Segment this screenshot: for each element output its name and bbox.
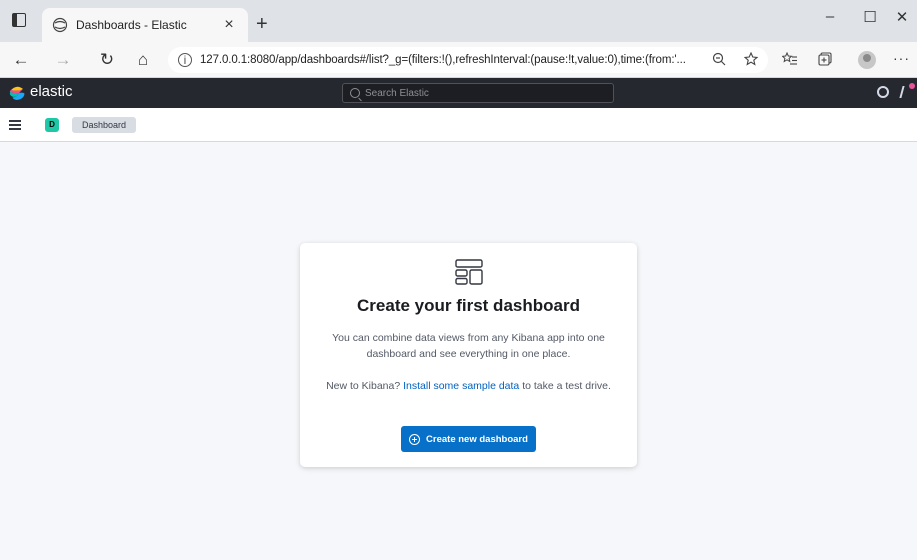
help-icon[interactable] bbox=[877, 86, 889, 98]
reload-button[interactable]: ↻ bbox=[96, 49, 118, 71]
zoom-icon[interactable] bbox=[712, 52, 726, 66]
main-content: Create your first dashboard You can comb… bbox=[0, 142, 917, 560]
browser-tab[interactable]: Dashboards - Elastic × bbox=[42, 8, 248, 42]
notification-dot bbox=[909, 83, 915, 89]
home-button[interactable]: ⌂ bbox=[132, 49, 154, 71]
kibana-header: elastic bbox=[0, 78, 917, 108]
minimize-button[interactable]: – bbox=[815, 8, 845, 25]
close-window-button[interactable]: ✕ bbox=[887, 8, 917, 26]
elastic-brand[interactable]: elastic bbox=[30, 83, 73, 100]
forward-button[interactable]: → bbox=[52, 49, 74, 71]
breadcrumb-dashboard: Dashboard bbox=[72, 117, 137, 133]
collections-icon[interactable] bbox=[818, 52, 832, 66]
install-sample-data-link[interactable]: Install some sample data bbox=[403, 380, 519, 392]
tab-title: Dashboards - Elastic bbox=[76, 18, 187, 32]
close-tab-icon[interactable]: × bbox=[220, 16, 238, 34]
sample-data-suffix: to take a test drive. bbox=[519, 380, 611, 392]
favorite-star-icon[interactable] bbox=[744, 52, 760, 66]
plus-in-circle-icon bbox=[409, 433, 421, 445]
search-input[interactable] bbox=[365, 87, 605, 99]
dashboard-app-icon bbox=[455, 259, 483, 285]
address-bar-row: ← → ↻ ⌂ i 127.0.0.1:8080/app/dashboards#… bbox=[0, 42, 917, 78]
more-menu-icon[interactable]: ··· bbox=[893, 50, 910, 66]
empty-prompt-title: Create your first dashboard bbox=[357, 296, 580, 315]
url-field[interactable]: i 127.0.0.1:8080/app/dashboards#/list?_g… bbox=[168, 47, 768, 73]
global-search[interactable] bbox=[342, 83, 614, 103]
create-button-label: Create new dashboard bbox=[426, 433, 528, 445]
maximize-button[interactable]: ☐ bbox=[855, 8, 885, 26]
back-button[interactable]: ← bbox=[10, 49, 32, 71]
url-text: 127.0.0.1:8080/app/dashboards#/list?_g=(… bbox=[200, 54, 686, 66]
menu-toggle-icon[interactable] bbox=[9, 120, 21, 130]
breadcrumb-bar: D Dashboard bbox=[0, 108, 917, 142]
favorites-icon[interactable] bbox=[782, 52, 798, 66]
sample-data-prefix: New to Kibana? bbox=[326, 380, 404, 392]
create-new-dashboard-button[interactable]: Create new dashboard bbox=[401, 426, 536, 452]
empty-prompt-card: Create your first dashboard You can comb… bbox=[300, 243, 637, 467]
site-info-icon[interactable]: i bbox=[178, 53, 192, 67]
empty-prompt-description: You can combine data views from any Kiba… bbox=[332, 332, 605, 360]
profile-avatar[interactable] bbox=[858, 51, 876, 69]
sample-data-hint: New to Kibana? Install some sample data … bbox=[318, 378, 619, 394]
search-icon bbox=[350, 88, 360, 98]
elastic-favicon-icon bbox=[52, 17, 68, 33]
new-tab-button[interactable]: + bbox=[256, 14, 268, 34]
space-avatar[interactable]: D bbox=[45, 118, 59, 132]
tab-actions-icon[interactable] bbox=[12, 13, 26, 27]
elastic-logo-icon[interactable] bbox=[8, 84, 26, 102]
browser-tab-strip: Dashboards - Elastic × + – ☐ ✕ bbox=[0, 0, 917, 42]
